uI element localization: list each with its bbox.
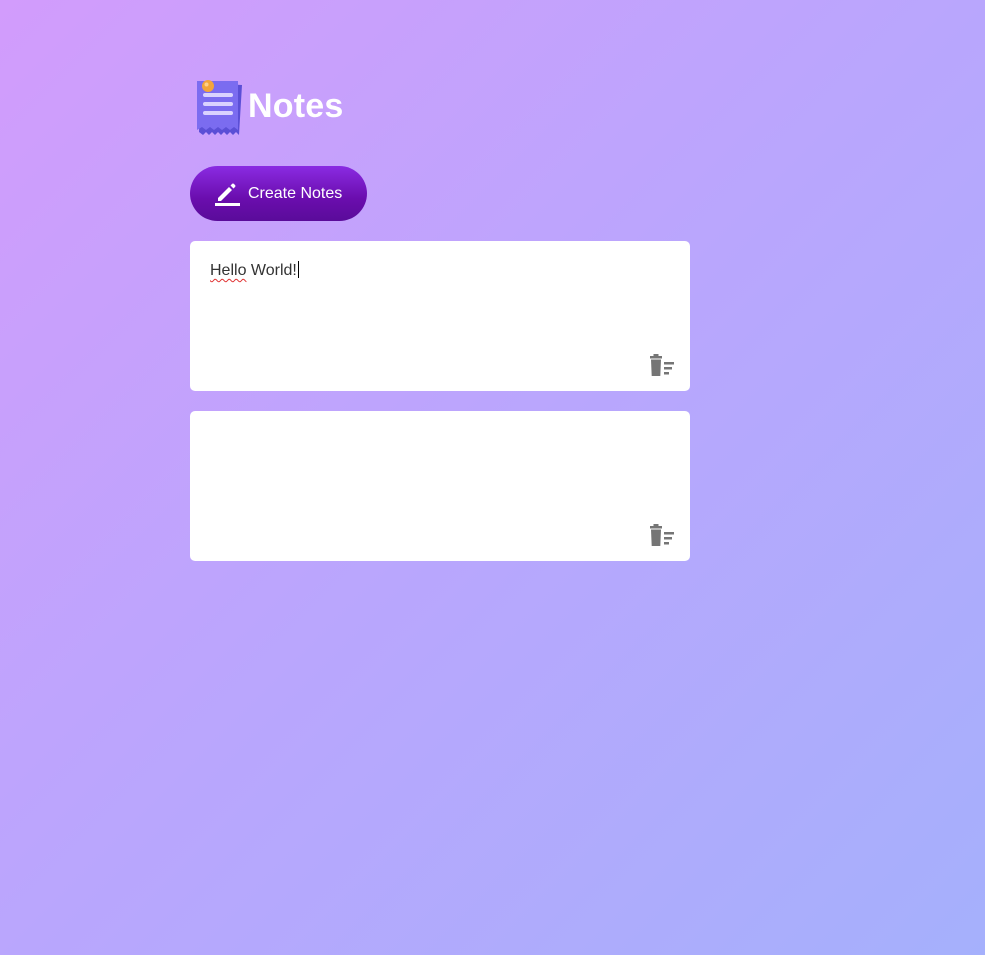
page-title: Notes <box>248 86 344 125</box>
create-notes-label: Create Notes <box>248 184 343 202</box>
create-notes-button[interactable]: Create Notes <box>190 166 367 221</box>
notepad-icon <box>192 75 244 137</box>
note-text-input[interactable]: Hello World! <box>210 261 670 280</box>
notes-app: Notes Create Notes Hello World! <box>190 75 690 581</box>
note-card[interactable] <box>190 411 690 561</box>
trash-icon[interactable] <box>648 524 676 548</box>
misspelled-word: Hello <box>210 262 247 279</box>
app-header: Notes <box>190 75 690 137</box>
note-text-rest: World! <box>246 262 297 279</box>
pencil-icon <box>214 181 240 207</box>
note-text-input[interactable] <box>210 431 670 449</box>
trash-icon[interactable] <box>648 354 676 378</box>
note-card[interactable]: Hello World! <box>190 241 690 391</box>
notes-list: Hello World! <box>190 241 690 561</box>
text-caret <box>297 261 299 278</box>
